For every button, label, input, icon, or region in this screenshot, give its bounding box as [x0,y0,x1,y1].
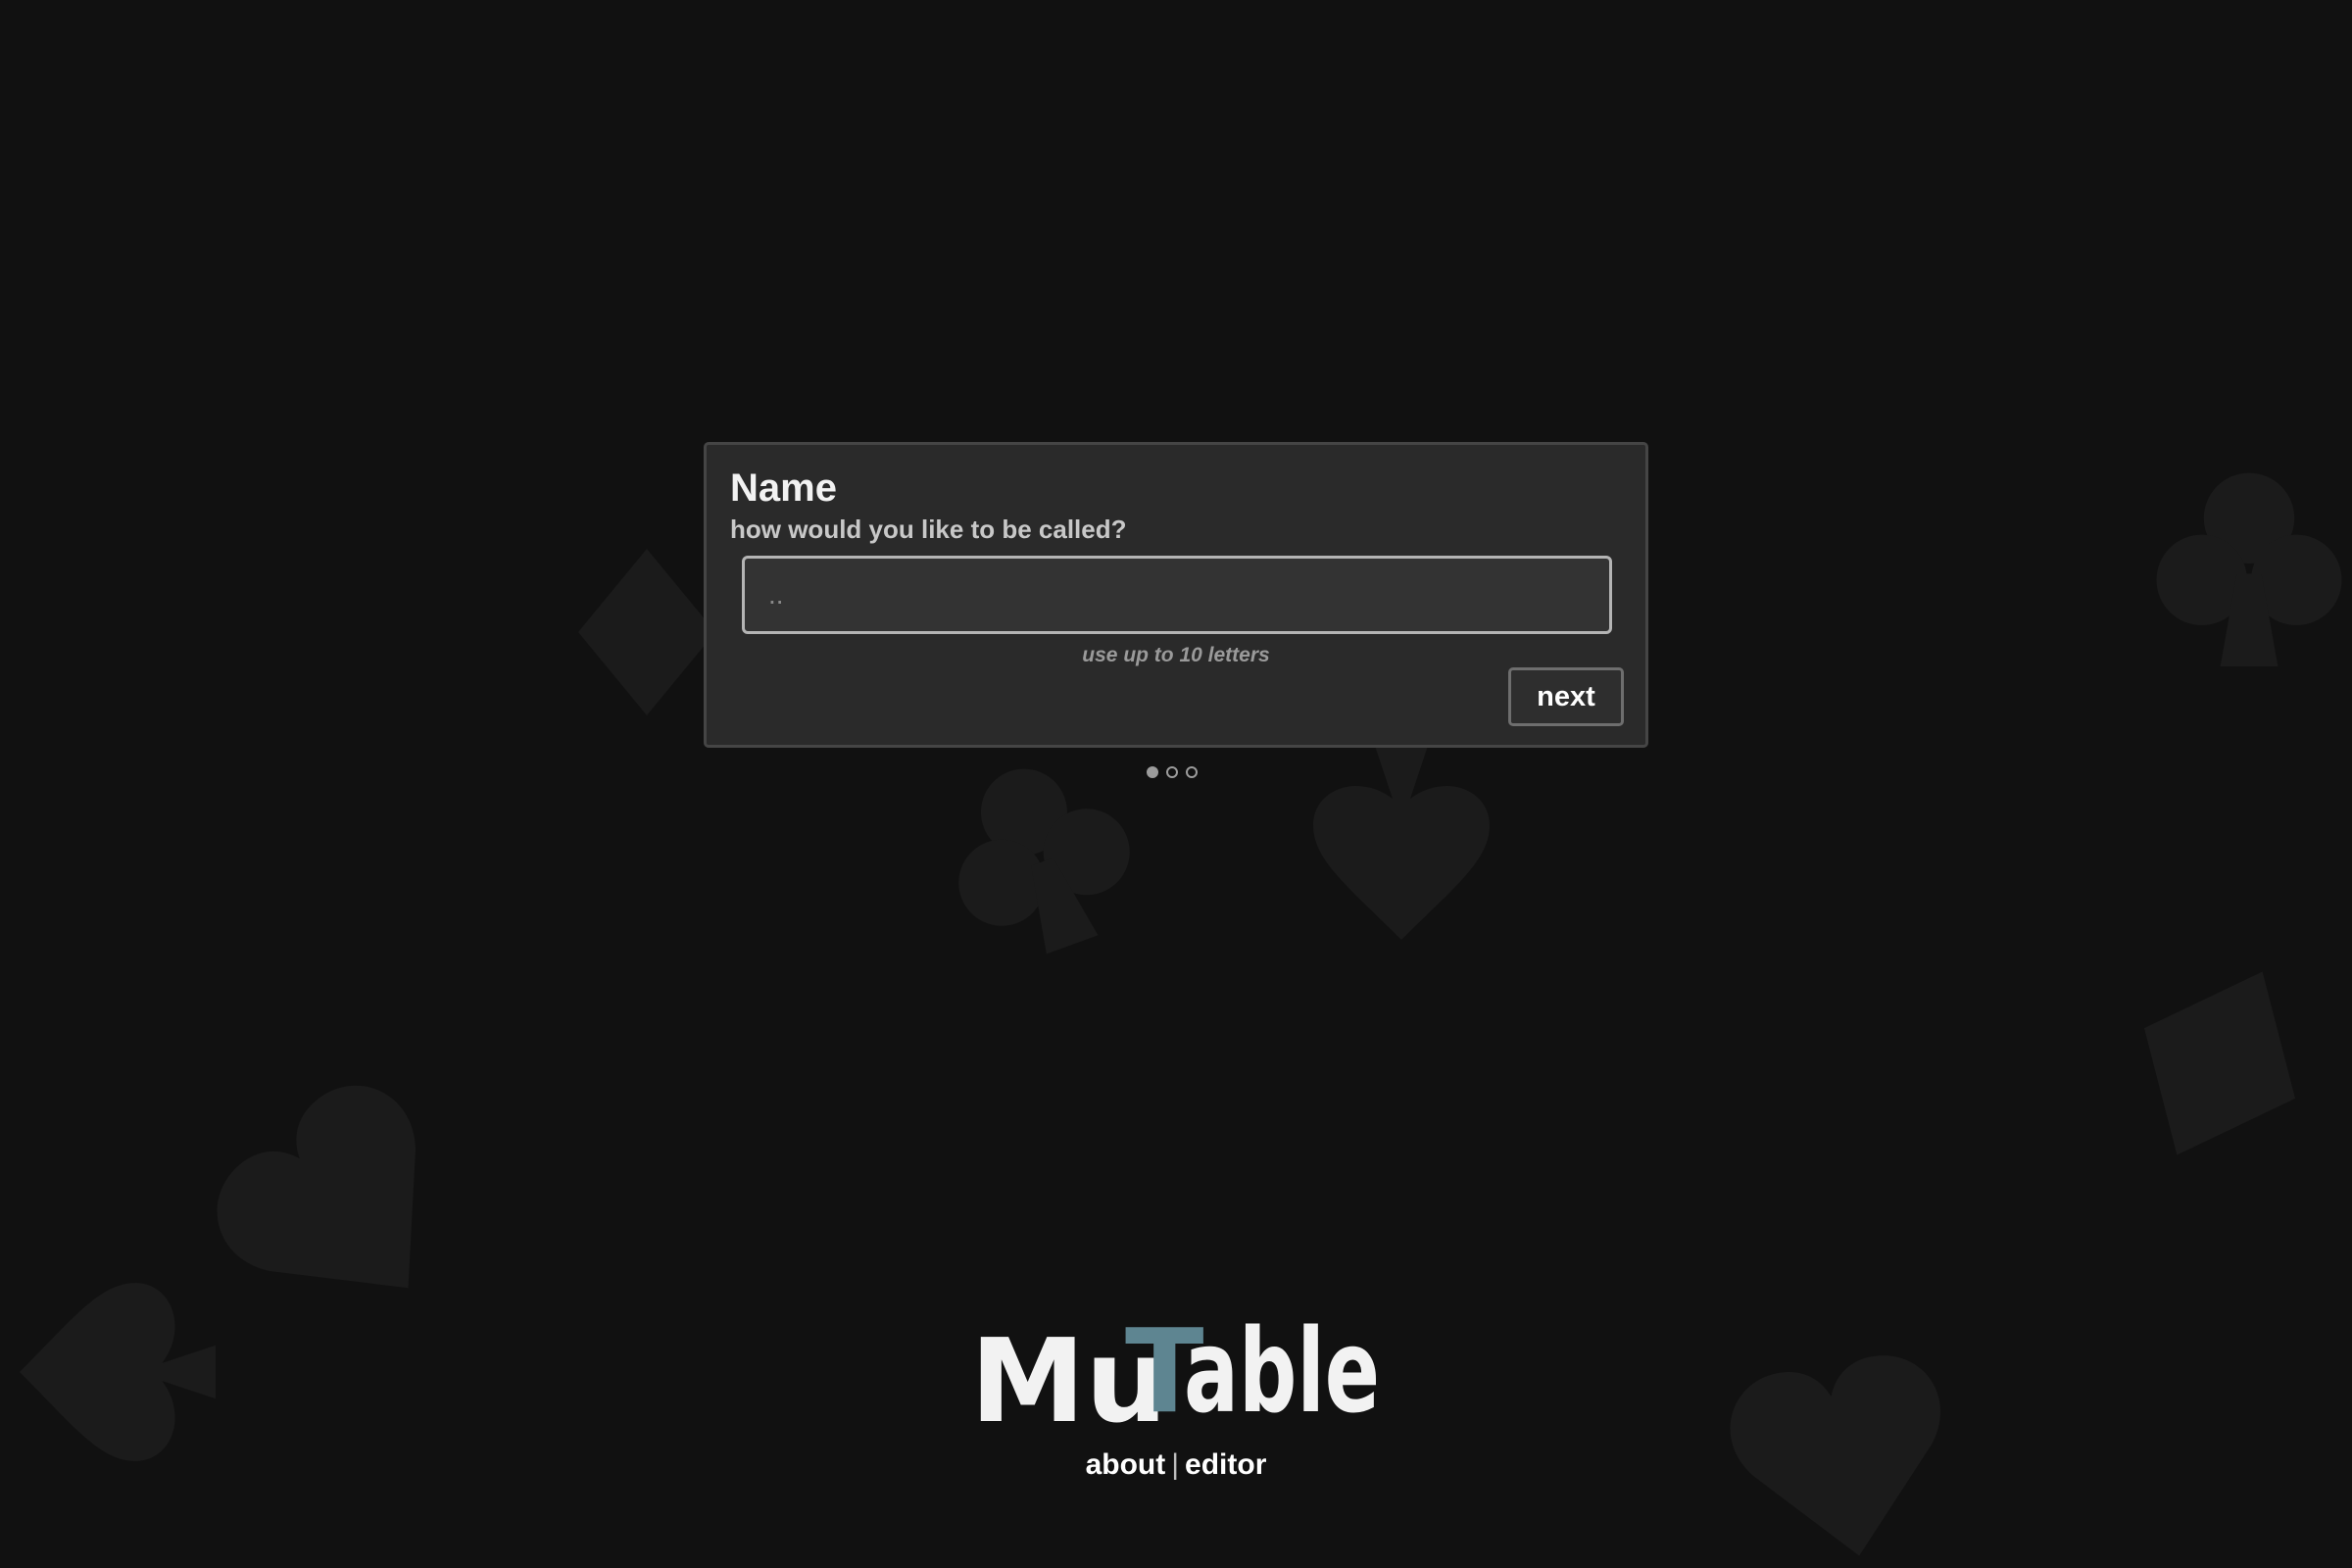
editor-link[interactable]: editor [1185,1448,1266,1481]
spade-icon [1313,746,1490,940]
heart-icon [217,1085,416,1289]
name-dialog: Name how would you like to be called? us… [704,442,1648,748]
step-dot-3 [1186,766,1198,778]
mutable-logo: Mu T able [970,1318,1380,1426]
about-link[interactable]: about [1086,1448,1166,1481]
club-icon [958,768,1130,955]
step-indicator [1147,766,1198,778]
diamond-icon [578,549,715,715]
dialog-subtitle: how would you like to be called? [730,514,1127,544]
name-input[interactable] [742,556,1612,634]
next-button[interactable]: next [1508,667,1624,726]
club-icon [2156,472,2342,666]
footer-links: about | editor [0,1448,2352,1482]
step-dot-1 [1147,766,1158,778]
page-background: Name how would you like to be called? us… [0,0,2352,1568]
input-hint: use up to 10 letters [1082,644,1270,666]
diamond-icon [2143,971,2296,1155]
footer-separator: | [1171,1448,1180,1481]
spade-icon [20,1283,216,1461]
logo-text-able: able [1184,1318,1380,1426]
step-dot-2 [1166,766,1178,778]
dialog-title: Name [730,466,837,510]
